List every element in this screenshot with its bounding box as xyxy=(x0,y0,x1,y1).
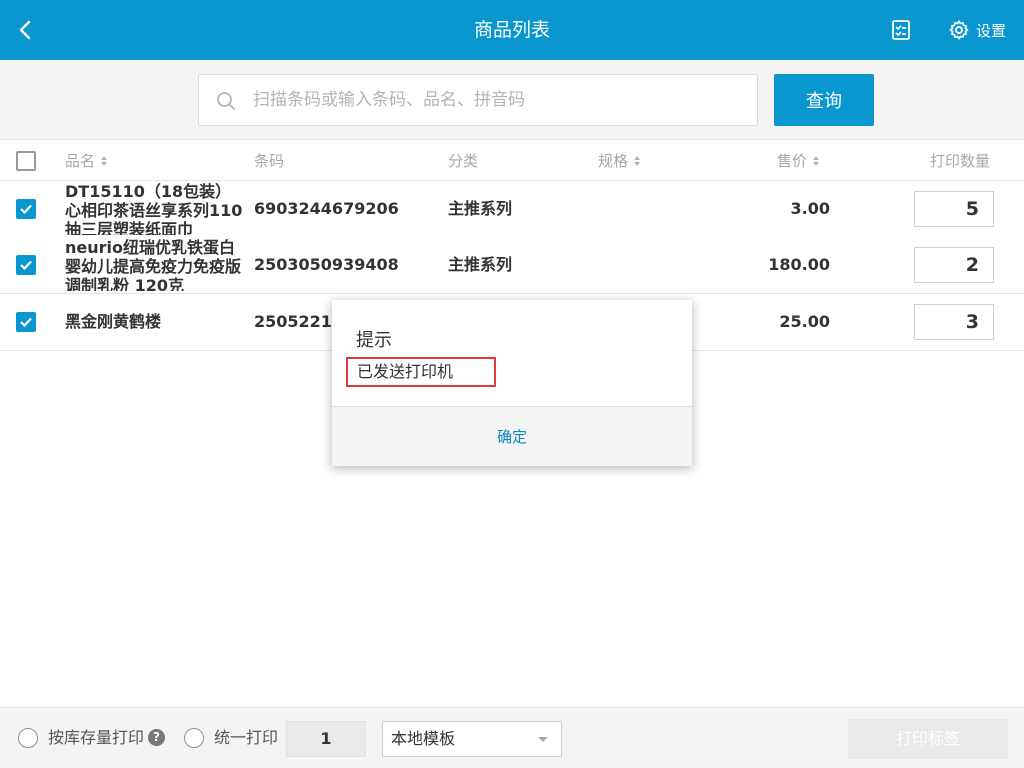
top-bar: 商品列表 设置 xyxy=(0,0,1024,60)
template-select-value: 本地模板 xyxy=(391,729,456,748)
stock-print-label: 按库存量打印 xyxy=(48,728,145,747)
column-qty-label: 打印数量 xyxy=(930,152,991,170)
sort-icon xyxy=(813,156,820,166)
uniform-print-label: 统一打印 xyxy=(214,728,279,747)
checklist-icon[interactable] xyxy=(889,18,913,42)
search-icon xyxy=(215,90,237,112)
help-icon[interactable]: ? xyxy=(148,729,165,746)
caret-down-icon xyxy=(538,737,548,742)
check-icon xyxy=(20,317,32,328)
product-category: 主推系列 xyxy=(448,199,513,218)
search-input[interactable] xyxy=(253,75,748,125)
print-qty-input[interactable]: 2 xyxy=(914,247,994,283)
row-checkbox[interactable] xyxy=(16,199,36,219)
dialog-message: 已发送打印机 xyxy=(346,357,496,387)
product-name: DT15110（18包装）心相印茶语丝享系列110抽三层塑装纸面巾 xyxy=(65,182,243,235)
row-checkbox[interactable] xyxy=(16,312,36,332)
select-all-checkbox[interactable] xyxy=(16,151,36,171)
column-category-label: 分类 xyxy=(448,152,479,170)
table-row[interactable]: neurio纽瑞优乳铁蛋白婴幼儿提高免疫力免疫版调制乳粉 120克 250305… xyxy=(0,237,1024,294)
dialog-title: 提示 xyxy=(356,330,392,351)
column-barcode-label: 条码 xyxy=(254,152,285,170)
uniform-qty-input[interactable]: 1 xyxy=(286,721,366,757)
search-box xyxy=(198,74,758,126)
product-price: 25.00 xyxy=(779,312,830,331)
product-price: 180.00 xyxy=(768,255,830,274)
column-spec-label: 规格 xyxy=(598,152,629,170)
settings-button[interactable]: 设置 xyxy=(948,18,1006,42)
page-title: 商品列表 xyxy=(473,19,550,41)
column-barcode: 条码 xyxy=(254,141,284,181)
uniform-print-radio[interactable] xyxy=(184,728,204,748)
bottom-bar: 按库存量打印 ? 统一打印 1 本地模板 打印标签 xyxy=(0,707,1024,768)
product-barcode: 6903244679206 xyxy=(254,199,399,218)
column-name-label: 品名 xyxy=(65,152,96,170)
product-name: neurio纽瑞优乳铁蛋白婴幼儿提高免疫力免疫版调制乳粉 120克 xyxy=(65,238,242,291)
query-button[interactable]: 查询 xyxy=(774,74,874,126)
column-qty: 打印数量 xyxy=(930,141,990,181)
search-bar: 查询 xyxy=(0,60,1024,140)
column-price-label: 售价 xyxy=(777,152,808,170)
template-select[interactable]: 本地模板 xyxy=(382,721,562,757)
product-barcode: 25052216 xyxy=(254,312,344,331)
product-category: 主推系列 xyxy=(448,255,513,274)
settings-label: 设置 xyxy=(976,21,1007,40)
check-icon xyxy=(20,260,32,271)
product-barcode: 2503050939408 xyxy=(254,255,399,274)
product-price: 3.00 xyxy=(790,199,830,218)
product-name: 黑金刚黄鹤楼 xyxy=(65,312,162,331)
column-category: 分类 xyxy=(448,141,478,181)
sort-icon xyxy=(634,156,641,166)
column-name[interactable]: 品名 xyxy=(65,141,108,181)
table-row[interactable]: DT15110（18包装）心相印茶语丝享系列110抽三层塑装纸面巾 690324… xyxy=(0,181,1024,238)
column-price[interactable]: 售价 xyxy=(777,141,820,181)
confirm-button[interactable]: 确定 xyxy=(332,406,692,466)
column-spec[interactable]: 规格 xyxy=(598,141,641,181)
check-icon xyxy=(20,204,32,215)
sort-icon xyxy=(101,156,108,166)
table-header: 品名 条码 分类 规格 售价 打印数量 xyxy=(0,141,1024,181)
print-label-button[interactable]: 打印标签 xyxy=(848,719,1008,759)
print-qty-input[interactable]: 5 xyxy=(914,191,994,227)
gear-icon xyxy=(949,20,969,40)
print-qty-input[interactable]: 3 xyxy=(914,304,994,340)
row-checkbox[interactable] xyxy=(16,255,36,275)
stock-print-radio[interactable] xyxy=(18,728,38,748)
alert-dialog: 提示 已发送打印机 确定 xyxy=(332,300,692,466)
